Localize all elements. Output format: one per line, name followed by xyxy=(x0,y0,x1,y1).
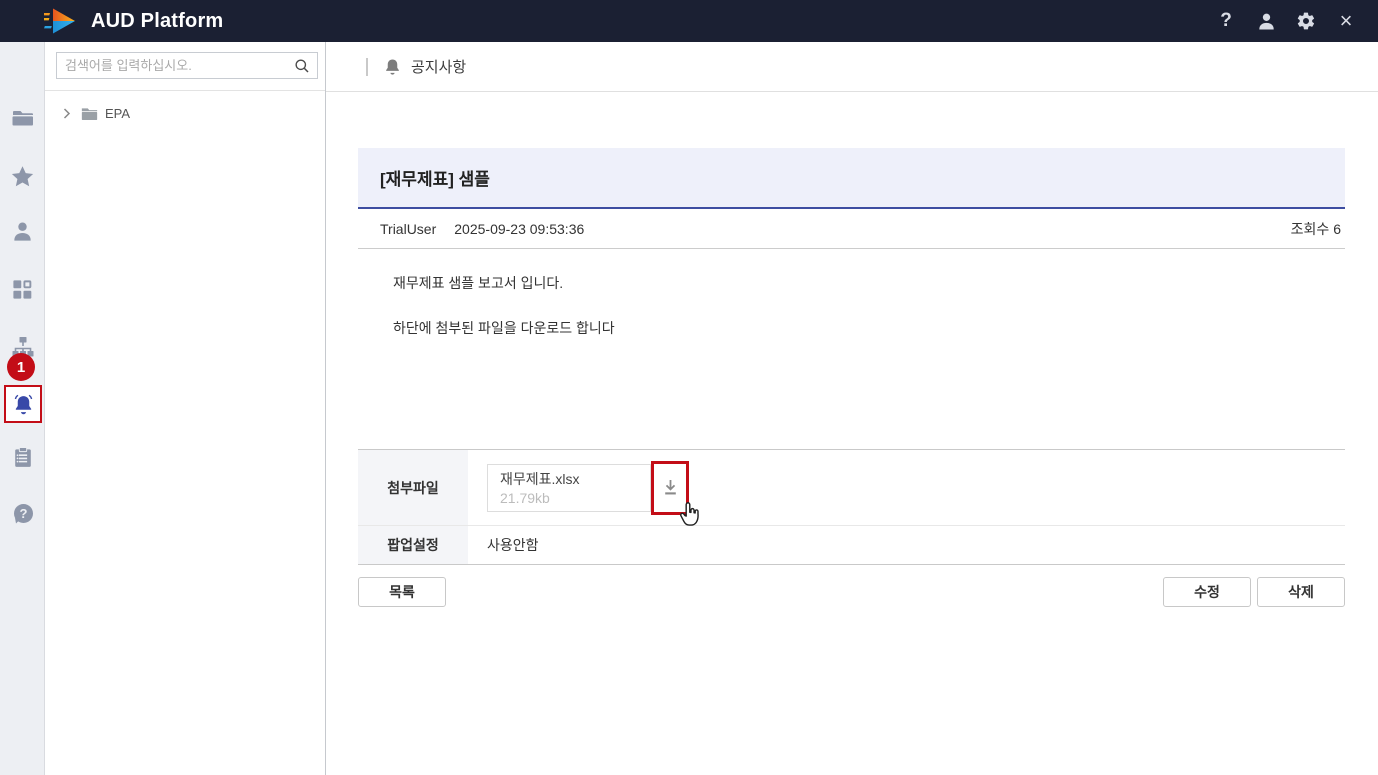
user-icon xyxy=(14,222,31,241)
notification-badge: 1 xyxy=(7,353,35,381)
notice-meta-table: 첨부파일 재무제표.xlsx 21.79kb 팝업설정 사용안함 xyxy=(358,449,1345,565)
page-title: 공지사항 xyxy=(411,59,467,76)
settings-button[interactable] xyxy=(1286,0,1326,42)
apps-grid-icon xyxy=(13,280,32,299)
help-icon: ? xyxy=(1220,10,1232,31)
tree-search-box xyxy=(56,52,318,79)
tree-node-epa[interactable]: EPA xyxy=(45,97,325,129)
sidebar-item-help[interactable]: ? xyxy=(0,502,45,526)
close-icon: × xyxy=(1339,8,1353,33)
popup-setting-row: 팝업설정 사용안함 xyxy=(358,525,1345,564)
header-divider-bar xyxy=(366,57,368,76)
notice-body-line: 하단에 첨부된 파일을 다운로드 합니다 xyxy=(393,320,615,336)
user-icon xyxy=(1258,13,1274,30)
delete-button[interactable]: 삭제 xyxy=(1257,577,1345,607)
notice-title-bar: [재무제표] 샘플 xyxy=(358,148,1345,209)
svg-text:?: ? xyxy=(19,506,27,521)
app-window: AUD Platform ? × 1 ? 검색어를 입력하십시오. EPA 공지… xyxy=(0,0,1378,775)
notice-title: [재무제표] 샘플 xyxy=(380,170,490,189)
search-input[interactable] xyxy=(57,58,294,73)
help-bubble-icon: ? xyxy=(13,504,33,524)
popup-setting-label: 팝업설정 xyxy=(358,526,468,564)
top-header-bar: AUD Platform ? × xyxy=(0,0,1378,42)
close-window-button[interactable]: × xyxy=(1326,0,1366,42)
attached-file-item[interactable]: 재무제표.xlsx 21.79kb xyxy=(487,463,651,512)
download-file-button[interactable] xyxy=(651,460,699,526)
attachment-value: 재무제표.xlsx 21.79kb xyxy=(468,460,1345,526)
clipboard-icon xyxy=(14,447,31,467)
file-size: 21.79kb xyxy=(500,490,550,506)
sidebar-item-apps[interactable] xyxy=(0,278,45,301)
tree-node-label: EPA xyxy=(105,105,131,121)
notice-info-row: TrialUser 2025-09-23 09:53:36 조회수 6 xyxy=(358,209,1345,249)
notice-author: TrialUser xyxy=(380,220,437,237)
tree-panel: EPA xyxy=(45,42,326,775)
page-header: 공지사항 xyxy=(326,42,1378,92)
help-button[interactable]: ? xyxy=(1206,0,1246,42)
star-icon xyxy=(11,166,34,187)
chevron-right-icon[interactable] xyxy=(63,107,71,119)
notice-datetime: 2025-09-23 09:53:36 xyxy=(454,220,585,237)
notice-body: 재무제표 샘플 보고서 입니다. 하단에 첨부된 파일을 다운로드 합니다 xyxy=(358,249,1345,449)
list-button[interactable]: 목록 xyxy=(358,577,446,607)
bell-icon xyxy=(14,394,32,414)
main-content: 공지사항 [재무제표] 샘플 TrialUser 2025-09-23 09:5… xyxy=(326,42,1378,775)
file-name: 재무제표.xlsx xyxy=(500,471,580,487)
popup-setting-value: 사용안함 xyxy=(487,537,539,553)
tree-list: EPA xyxy=(45,90,325,129)
attachment-row: 첨부파일 재무제표.xlsx 21.79kb xyxy=(358,450,1345,526)
notice-body-line: 재무제표 샘플 보고서 입니다. xyxy=(393,275,564,291)
sidebar-nav: 1 ? xyxy=(0,42,45,775)
notice-view-count: 조회수 6 xyxy=(1290,220,1341,237)
sidebar-item-documents[interactable] xyxy=(0,106,45,130)
gear-icon xyxy=(1297,12,1315,30)
download-icon xyxy=(664,479,676,494)
logo-arrow-icon xyxy=(44,8,75,34)
attachment-label: 첨부파일 xyxy=(358,450,468,525)
notice-detail: [재무제표] 샘플 TrialUser 2025-09-23 09:53:36 … xyxy=(358,148,1345,607)
sidebar-item-favorites[interactable] xyxy=(0,164,45,189)
sidebar-item-users[interactable] xyxy=(0,220,45,243)
app-title: AUD Platform xyxy=(91,9,224,32)
notice-actions: 목록 수정 삭제 xyxy=(358,577,1345,607)
app-logo: AUD Platform xyxy=(44,7,223,35)
folder-icon xyxy=(12,111,33,126)
folder-icon xyxy=(81,106,98,121)
user-profile-button[interactable] xyxy=(1246,0,1286,42)
bell-icon xyxy=(383,57,402,76)
search-icon[interactable] xyxy=(294,58,310,74)
topbar-actions: ? × xyxy=(1206,0,1366,42)
edit-button[interactable]: 수정 xyxy=(1163,577,1251,607)
sidebar-item-notices-active[interactable] xyxy=(4,385,42,423)
sidebar-item-tasks[interactable] xyxy=(0,446,45,469)
